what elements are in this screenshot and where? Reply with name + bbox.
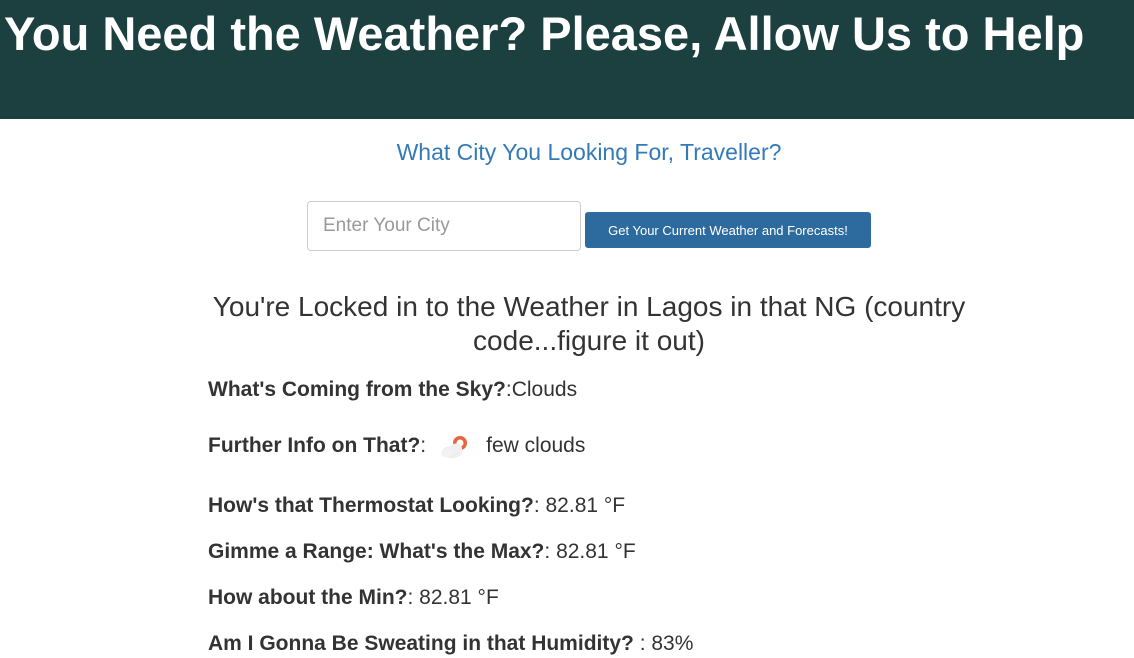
temperature-label: How's that Thermostat Looking? xyxy=(208,494,534,517)
sky-row: What's Coming from the Sky?:Clouds xyxy=(208,376,577,404)
temperature-value: 82.81 °F xyxy=(545,494,626,517)
description-row: Further Info on That?: few clouds xyxy=(208,432,585,460)
description-separator: : xyxy=(420,434,427,457)
humidity-label: Am I Gonna Be Sweating in that Humidity? xyxy=(208,632,634,655)
city-prompt: What City You Looking For, Traveller? xyxy=(396,139,782,165)
max-temp-label: Gimme a Range: What's the Max? xyxy=(208,540,545,563)
header-banner: You Need the Weather? Please, Allow Us t… xyxy=(0,0,1134,119)
page-title: You Need the Weather? Please, Allow Us t… xyxy=(4,7,1085,60)
location-heading: You're Locked in to the Weather in Lagos… xyxy=(212,291,966,356)
city-input[interactable] xyxy=(307,201,581,251)
few-clouds-icon xyxy=(438,432,474,460)
sky-label: What's Coming from the Sky? xyxy=(208,378,506,401)
max-temp-value: 82.81 °F xyxy=(556,540,636,563)
humidity-separator: : xyxy=(633,632,652,655)
min-temp-separator: : xyxy=(407,586,420,609)
min-temp-label: How about the Min? xyxy=(208,586,408,609)
max-temp-separator: : xyxy=(544,540,557,563)
description-label: Further Info on That? xyxy=(208,434,421,457)
max-temp-row: Gimme a Range: What's the Max?: 82.81 °F xyxy=(208,538,636,566)
temperature-separator: : xyxy=(533,494,546,517)
temperature-row: How's that Thermostat Looking?: 82.81 °F xyxy=(208,492,625,520)
get-weather-button[interactable]: Get Your Current Weather and Forecasts! xyxy=(585,212,871,248)
humidity-row: Am I Gonna Be Sweating in that Humidity?… xyxy=(208,630,693,658)
min-temp-row: How about the Min?: 82.81 °F xyxy=(208,584,499,612)
sky-value: Clouds xyxy=(511,378,578,401)
humidity-value: 83% xyxy=(651,632,694,655)
description-value: few clouds xyxy=(486,434,586,457)
min-temp-value: 82.81 °F xyxy=(419,586,499,609)
